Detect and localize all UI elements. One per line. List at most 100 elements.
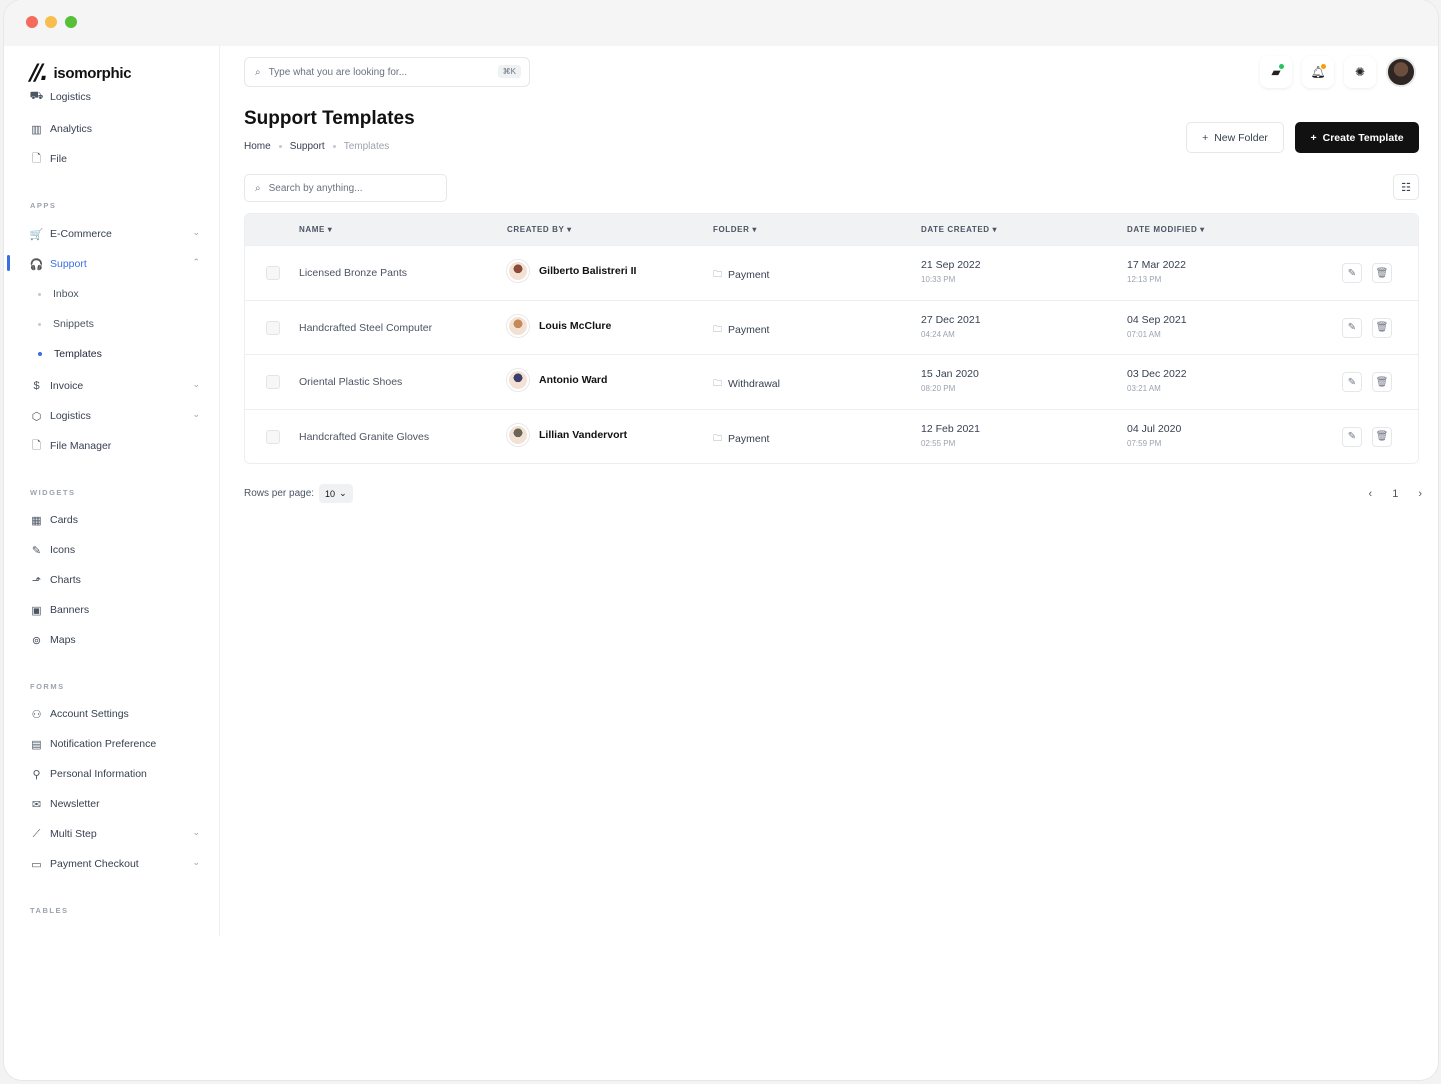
create-template-button[interactable]: + Create Template — [1295, 122, 1419, 153]
rows-per-page-select[interactable]: 10 ⌄ — [319, 484, 353, 503]
section-label-tables: TABLES — [30, 906, 69, 915]
table-row[interactable]: Handcrafted Steel Computer Louis McClure… — [245, 299, 1418, 355]
delete-button[interactable]: 🗑 — [1372, 317, 1392, 338]
chevron-down-icon: ⌄ — [192, 409, 200, 419]
sidebar-item-notification-preference[interactable]: ▤ Notification Preference — [30, 734, 200, 754]
sidebar-item-file-manager[interactable]: 🗋 File Manager — [30, 436, 200, 456]
edit-button[interactable]: ✎ — [1342, 372, 1362, 392]
template-name: Handcrafted Steel Computer — [299, 321, 433, 334]
column-header-date-modified[interactable]: DATE MODIFIED ▾ — [1127, 225, 1205, 234]
sidebar-item-invoice[interactable]: $ Invoice ⌄ — [30, 376, 200, 396]
sidebar-item-label: Templates — [54, 348, 102, 360]
table-row[interactable]: Oriental Plastic Shoes Antonio Ward 🗀 Wi… — [245, 354, 1418, 409]
delete-button[interactable]: 🗑 — [1372, 426, 1392, 447]
date-created-value: 12 Feb 2021 — [921, 422, 980, 435]
trash-icon: 🗑 — [1375, 322, 1389, 333]
sidebar-item-label: Banners — [50, 604, 90, 616]
table-row[interactable]: Licensed Bronze Pants Gilberto Balistrer… — [245, 245, 1418, 300]
column-header-folder[interactable]: FOLDER ▾ — [713, 225, 757, 234]
table-search[interactable]: ⌕ Search by anything... — [244, 174, 447, 202]
template-name: Licensed Bronze Pants — [299, 267, 407, 279]
time-modified-value: 12:13 PM — [1127, 275, 1162, 284]
row-checkbox[interactable] — [266, 266, 280, 280]
column-header-created-by[interactable]: CREATED BY ▾ — [507, 225, 572, 234]
row-checkbox[interactable] — [266, 375, 280, 389]
chevron-down-icon: ⌄ — [192, 857, 200, 867]
sidebar-item-account-settings[interactable]: ⚇ Account Settings — [30, 704, 200, 724]
sidebar-item-newsletter[interactable]: ✉ Newsletter — [30, 794, 200, 814]
settings-button[interactable]: ✺ — [1344, 56, 1376, 88]
breadcrumb-home[interactable]: Home — [244, 141, 271, 152]
folder: 🗀 Payment — [713, 267, 769, 283]
column-label: CREATED BY — [507, 225, 565, 234]
search-input[interactable]: Type what you are looking for... — [269, 67, 407, 78]
logo[interactable]: //. isomorphic — [30, 61, 132, 86]
sidebar-item-maps[interactable]: ⊚ Maps — [30, 630, 200, 650]
edit-button[interactable]: ✎ — [1342, 317, 1362, 338]
sidebar-item-cards[interactable]: ▦ Cards — [30, 510, 200, 530]
sidebar-item-logistics-top[interactable]: ⛟ Logistics — [30, 90, 200, 104]
plus-icon: + — [1202, 131, 1209, 144]
breadcrumb-support[interactable]: Support — [290, 141, 325, 152]
sidebar-item-label: Payment Checkout — [50, 858, 139, 870]
sidebar-subitem-templates[interactable]: Templates — [38, 348, 102, 360]
sidebar-item-multi-step[interactable]: ⟋ Multi Step ⌄ — [30, 824, 200, 844]
column-header-date-created[interactable]: DATE CREATED ▾ — [921, 225, 997, 234]
creator-name: Antonio Ward — [539, 374, 608, 386]
sidebar-item-payment-checkout[interactable]: ▭ Payment Checkout ⌄ — [30, 854, 200, 874]
sidebar-item-file[interactable]: 🗋 File — [30, 149, 200, 169]
sidebar-subitem-snippets[interactable]: Snippets — [38, 318, 94, 330]
table-search-input[interactable]: Search by anything... — [269, 183, 363, 194]
delete-button[interactable]: 🗑 — [1372, 372, 1392, 392]
date-modified: 17 Mar 2022 12:13 PM — [1127, 259, 1186, 284]
sidebar-item-personal-information[interactable]: ⚲ Personal Information — [30, 764, 200, 784]
sidebar-item-icons[interactable]: ✎ Icons — [30, 540, 200, 560]
maximize-window-button[interactable] — [65, 16, 77, 28]
bullet-icon — [38, 352, 42, 356]
time-created-value: 02:55 PM — [921, 438, 956, 448]
sidebar-subitem-inbox[interactable]: Inbox — [38, 288, 79, 300]
next-page-icon[interactable]: › — [1418, 488, 1422, 500]
row-checkbox[interactable] — [266, 429, 280, 444]
column-label: DATE MODIFIED — [1127, 225, 1198, 234]
column-header-name[interactable]: NAME ▾ — [299, 225, 332, 234]
breadcrumb-separator — [332, 145, 336, 148]
creator-name: Gilberto Balistreri II — [539, 265, 637, 277]
column-toggle-button[interactable]: ☷ — [1393, 174, 1419, 200]
gear-icon: ✺ — [1354, 65, 1366, 79]
rows-per-page: Rows per page: 10 ⌄ — [244, 484, 353, 503]
new-folder-button[interactable]: + New Folder — [1186, 122, 1284, 153]
search-shortcut: ⌘K — [497, 65, 521, 78]
global-search[interactable]: ⌕ Type what you are looking for... ⌘K — [244, 57, 530, 87]
sidebar-item-logistics[interactable]: ⬡ Logistics ⌄ — [30, 406, 200, 426]
user-avatar[interactable] — [1386, 57, 1416, 87]
row-checkbox[interactable] — [266, 320, 280, 335]
sidebar-item-label: Logistics — [50, 410, 91, 422]
sidebar-item-ecommerce[interactable]: 🛒 E-Commerce ⌄ — [30, 224, 200, 244]
date-modified: 04 Sep 2021 07:01 AM — [1127, 314, 1187, 339]
sidebar-item-support[interactable]: 🎧 Support ⌃ — [30, 254, 200, 274]
sidebar-item-analytics[interactable]: ▥ Analytics — [30, 119, 200, 139]
trash-icon: 🗑 — [1375, 376, 1389, 388]
messages-button[interactable]: ▰ — [1260, 56, 1292, 88]
column-label: NAME — [299, 225, 325, 234]
sidebar-item-label: Snippets — [53, 318, 94, 330]
file-manager-icon: 🗋 — [32, 439, 41, 452]
folder-name: Withdrawal — [728, 378, 780, 390]
banner-icon: ▣ — [31, 604, 42, 617]
current-page[interactable]: 1 — [1392, 488, 1398, 500]
edit-button[interactable]: ✎ — [1342, 263, 1362, 283]
delete-button[interactable]: 🗑 — [1372, 263, 1392, 283]
templates-table: NAME ▾ CREATED BY ▾ FOLDER ▾ DATE CREATE… — [244, 213, 1419, 464]
close-window-button[interactable] — [26, 16, 38, 28]
minimize-window-button[interactable] — [45, 16, 57, 28]
sidebar-item-charts[interactable]: ⬏ Charts — [30, 570, 200, 590]
chart-icon: ⬏ — [31, 574, 42, 587]
previous-page-icon[interactable]: ‹ — [1369, 488, 1373, 500]
date-modified-value: 03 Dec 2022 — [1127, 368, 1187, 380]
edit-button[interactable]: ✎ — [1342, 426, 1362, 447]
created-by: Antonio Ward — [507, 369, 607, 391]
table-row[interactable]: Handcrafted Granite Gloves Lillian Vande… — [245, 408, 1418, 464]
notifications-button[interactable]: 🔔︎ — [1302, 56, 1334, 88]
sidebar-item-banners[interactable]: ▣ Banners — [30, 600, 200, 620]
